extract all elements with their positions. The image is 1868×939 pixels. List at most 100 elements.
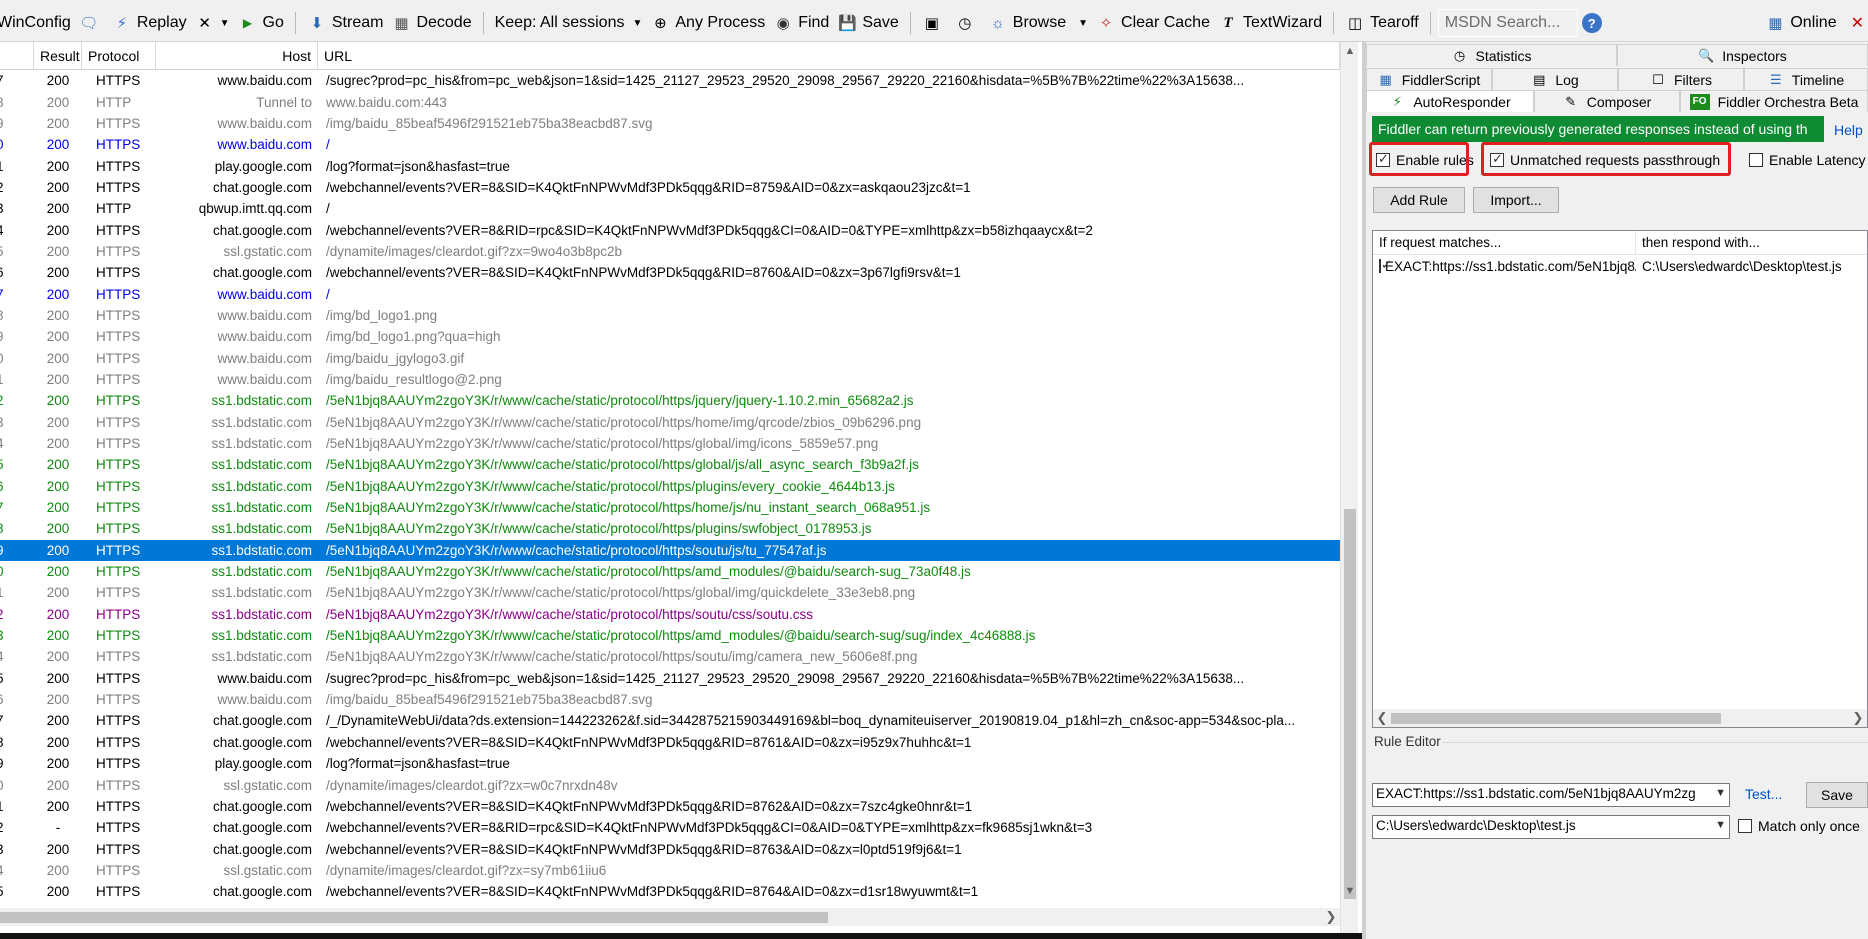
tab-inspectors[interactable]: 🔍 Inspectors	[1617, 44, 1868, 66]
online-status[interactable]: ▦ Online	[1761, 9, 1846, 37]
scroll-down-icon[interactable]: ▼	[1341, 882, 1359, 900]
table-row[interactable]: 0 200 HTTPS ss1.bdstatic.com/5eN1bjq8AAUYm2…	[0, 561, 1340, 582]
table-row[interactable]: 5 200 HTTPS ssl.gstatic.com/dynamite/images…	[0, 241, 1340, 262]
table-row[interactable]: 5 200 HTTPS ss1.bdstatic.com/5eN1bjq8AAUYm2…	[0, 454, 1340, 475]
tab-fiddler-orchestra[interactable]: FO Fiddler Orchestra Beta	[1680, 90, 1868, 112]
table-row[interactable]: 0 200 HTTPS ssl.gstatic.com/dynamite/images…	[0, 774, 1340, 795]
session-vertical-scrollbar[interactable]: ▲ ▼	[1340, 42, 1358, 939]
table-row[interactable]: 1 200 HTTPS chat.google.com/webchannel/even…	[0, 796, 1340, 817]
keep-sessions-dropdown[interactable]: Keep: All sessions ▼	[491, 9, 647, 37]
rule-save-button[interactable]: Save	[1806, 782, 1868, 808]
column-header-url[interactable]: URL	[318, 42, 1340, 70]
match-only-once-option[interactable]: Match only once	[1738, 818, 1860, 834]
tab-filters[interactable]: ☐ Filters	[1618, 68, 1744, 90]
table-row[interactable]: 0 200 HTTPS www.baidu.com/img/baidu_jgylogo…	[0, 347, 1340, 368]
table-row[interactable]: 4 200 HTTPS ss1.bdstatic.com/5eN1bjq8AAUYm2…	[0, 433, 1340, 454]
rule-enabled-checkbox[interactable]	[1379, 259, 1392, 273]
help-link[interactable]: Help	[1834, 122, 1863, 138]
rule-respond-combo[interactable]: C:\Users\edwardc\Desktop\test.js ▼	[1372, 815, 1730, 839]
table-row[interactable]: 1 200 HTTPS www.baidu.com/img/baidu_resultl…	[0, 369, 1340, 390]
table-row[interactable]: 8 200 HTTPS chat.google.com/webchannel/even…	[0, 732, 1340, 753]
close-icon[interactable]: ✕	[1847, 9, 1868, 37]
scroll-up-icon[interactable]: ▲	[1341, 42, 1359, 60]
tab-fiddlerscript[interactable]: ▦ FiddlerScript	[1366, 68, 1492, 90]
scroll-thumb[interactable]	[1391, 713, 1721, 724]
table-row[interactable]: 0 200 HTTPS www.baidu.com /	[0, 134, 1340, 155]
table-row[interactable]: 2 200 HTTPS ss1.bdstatic.com/5eN1bjq8AAUYm2…	[0, 390, 1340, 411]
winconfig-button[interactable]: WinConfig	[0, 9, 75, 37]
column-header-result[interactable]: Result	[34, 42, 82, 70]
table-row[interactable]: 3 200 HTTP qbwup.imtt.qq.com /	[0, 198, 1340, 219]
column-header-host[interactable]: Host	[156, 42, 318, 70]
table-row[interactable]: 4 200 HTTPS ssl.gstatic.com/dynamite/images…	[0, 860, 1340, 881]
rule-match-combo[interactable]: EXACT:https://ss1.bdstatic.com/5eN1bjq8A…	[1372, 783, 1730, 807]
comment-button[interactable]: 🗨	[75, 9, 108, 37]
tab-log[interactable]: ▤ Log	[1492, 68, 1618, 90]
table-row[interactable]: 1 200 HTTPS ss1.bdstatic.com/5eN1bjq8AAUYm2…	[0, 582, 1340, 603]
rule-row[interactable]: EXACT:https://ss1.bdstatic.com/5eN1bjq8A…	[1373, 255, 1867, 277]
help-icon[interactable]: ?	[1581, 13, 1602, 33]
table-row[interactable]: 2 200 HTTPS chat.google.com/webchannel/even…	[0, 177, 1340, 198]
table-row[interactable]: 4 200 HTTPS chat.google.com/webchannel/even…	[0, 219, 1340, 240]
textwizard-button[interactable]: T TextWizard	[1214, 9, 1326, 37]
column-header-number[interactable]	[0, 42, 34, 70]
import-button[interactable]: Import...	[1473, 187, 1559, 213]
enable-latency-checkbox[interactable]	[1749, 153, 1763, 167]
table-row[interactable]: 9 200 HTTPS www.baidu.com/img/baidu_85beaf5…	[0, 113, 1340, 134]
tab-composer[interactable]: ✎ Composer	[1534, 90, 1680, 112]
table-row[interactable]: 9 200 HTTPS www.baidu.com/img/bd_logo1.png?…	[0, 326, 1340, 347]
column-header-match[interactable]: If request matches...	[1373, 231, 1636, 254]
find-button[interactable]: ◉ Find	[769, 9, 833, 37]
match-only-once-checkbox[interactable]	[1738, 819, 1752, 833]
decode-button[interactable]: ▦ Decode	[387, 9, 475, 37]
clear-cache-button[interactable]: ✧ Clear Cache	[1092, 9, 1214, 37]
table-row[interactable]: 2 - HTTPS chat.google.com/webchannel/events…	[0, 817, 1340, 838]
stream-button[interactable]: ⬇ Stream	[303, 9, 388, 37]
table-row[interactable]: 8 200 HTTP Tunnel to www.baidu.com:443	[0, 91, 1340, 112]
table-row[interactable]: 3 200 HTTPS ss1.bdstatic.com/5eN1bjq8AAUYm2…	[0, 625, 1340, 646]
table-row[interactable]: 6 200 HTTPS www.baidu.com/img/baidu_85beaf5…	[0, 689, 1340, 710]
scroll-left-icon[interactable]: ❮	[1373, 709, 1391, 727]
enable-latency-option[interactable]: Enable Latency	[1749, 152, 1866, 168]
tearoff-button[interactable]: ◫ Tearoff	[1341, 9, 1423, 37]
scroll-thumb[interactable]	[0, 912, 828, 923]
timer-button[interactable]: ◷	[951, 9, 984, 37]
go-button[interactable]: ▶ Go	[234, 9, 288, 37]
scroll-thumb[interactable]	[1344, 509, 1356, 899]
table-row[interactable]: 9 200 HTTPS ss1.bdstatic.com/5eN1bjq8AAUYm2…	[0, 539, 1340, 561]
tab-statistics[interactable]: ◷ Statistics	[1366, 44, 1617, 66]
any-process-button[interactable]: ⊕ Any Process	[646, 9, 769, 37]
table-row[interactable]: 3 200 HTTPS chat.google.com/webchannel/even…	[0, 838, 1340, 859]
save-button[interactable]: 💾 Save	[833, 9, 902, 37]
session-horizontal-scrollbar[interactable]: ❯	[0, 908, 1340, 926]
table-row[interactable]: 9 200 HTTPS play.google.com/log?format=json…	[0, 753, 1340, 774]
table-row[interactable]: 6 200 HTTPS ss1.bdstatic.com/5eN1bjq8AAUYm2…	[0, 476, 1340, 497]
test-link[interactable]: Test...	[1745, 786, 1782, 802]
scroll-right-icon[interactable]: ❯	[1322, 908, 1340, 926]
table-row[interactable]: 4 200 HTTPS ss1.bdstatic.com/5eN1bjq8AAUYm2…	[0, 646, 1340, 667]
chevron-down-icon[interactable]: ▼	[1715, 819, 1726, 831]
table-row[interactable]: 8 200 HTTPS ss1.bdstatic.com/5eN1bjq8AAUYm2…	[0, 518, 1340, 539]
scroll-right-icon[interactable]: ❯	[1849, 709, 1867, 727]
remove-button[interactable]: ✕ ▼	[191, 9, 234, 37]
table-row[interactable]: 7 200 HTTPS www.baidu.com /	[0, 283, 1340, 304]
column-header-protocol[interactable]: Protocol	[82, 42, 156, 70]
table-row[interactable]: 1 200 HTTPS play.google.com/log?format=json…	[0, 155, 1340, 176]
replay-button[interactable]: ⚡ Replay	[108, 9, 191, 37]
table-row[interactable]: 7 200 HTTPS ss1.bdstatic.com/5eN1bjq8AAUYm2…	[0, 497, 1340, 518]
table-row[interactable]: 8 200 HTTPS www.baidu.com/img/bd_logo1.png	[0, 305, 1340, 326]
browse-button[interactable]: ☼ Browse ▼	[984, 9, 1092, 37]
msdn-search-input[interactable]: MSDN Search...	[1437, 9, 1578, 37]
table-row[interactable]: 5 200 HTTPS chat.google.com/webchannel/even…	[0, 881, 1340, 902]
table-row[interactable]: 5 200 HTTPS www.baidu.com/sugrec?prod=pc_hi…	[0, 668, 1340, 689]
chevron-down-icon[interactable]: ▼	[1715, 787, 1726, 799]
tab-autoresponder[interactable]: ⚡ AutoResponder	[1366, 90, 1534, 112]
table-row[interactable]: 6 200 HTTPS chat.google.com/webchannel/even…	[0, 262, 1340, 283]
table-row[interactable]: 2 200 HTTPS ss1.bdstatic.com/5eN1bjq8AAUYm2…	[0, 604, 1340, 625]
table-row[interactable]: 7 200 HTTPS www.baidu.com/sugrec?prod=pc_hi…	[0, 70, 1340, 91]
rules-horizontal-scrollbar[interactable]: ❮ ❯	[1373, 709, 1867, 727]
screenshot-button[interactable]: ▣	[918, 9, 951, 37]
add-rule-button[interactable]: Add Rule	[1373, 187, 1465, 213]
column-header-respond[interactable]: then respond with...	[1636, 231, 1867, 254]
table-row[interactable]: 7 200 HTTPS chat.google.com /_/DynamiteWebUi…	[0, 710, 1340, 731]
